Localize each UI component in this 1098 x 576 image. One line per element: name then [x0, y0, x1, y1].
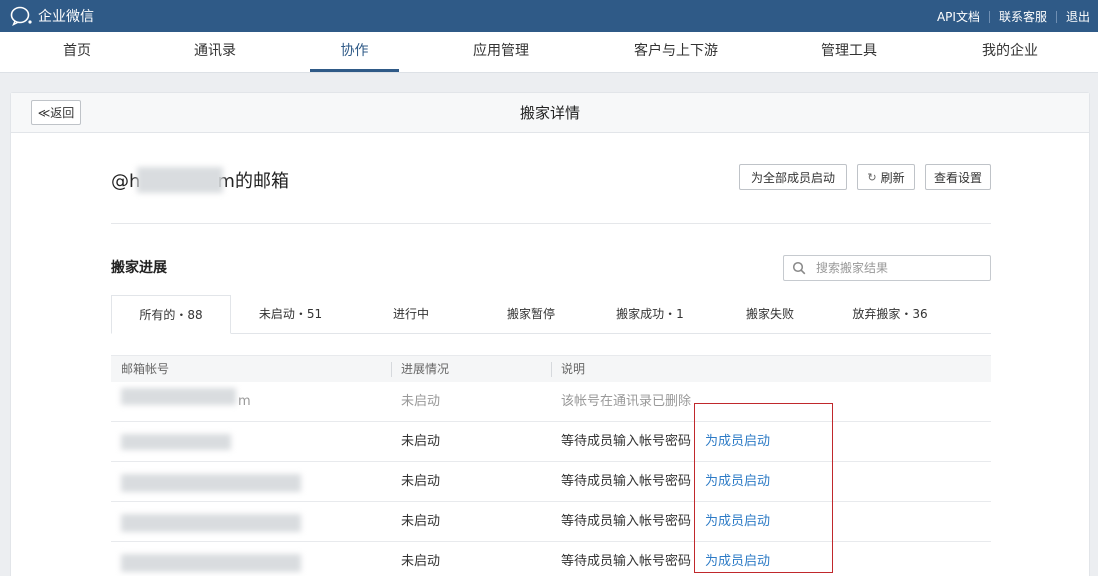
status-cell: 未启动: [401, 514, 441, 529]
nav-item-management-tools[interactable]: 管理工具: [800, 32, 898, 72]
column-divider: [551, 362, 552, 377]
refresh-button-label: 刷新: [880, 170, 905, 185]
progress-section-title: 搬家进展: [111, 260, 167, 276]
view-settings-button[interactable]: 查看设置: [925, 164, 991, 190]
nav-item-customers[interactable]: 客户与上下游: [612, 32, 740, 72]
table-row: 未启动 等待成员输入帐号密码 为成员启动: [111, 422, 991, 462]
tab-abandoned[interactable]: 放弃搬家・36: [830, 295, 950, 334]
tab-not-started[interactable]: 未启动・51: [231, 295, 350, 334]
brand-name: 企业微信: [38, 9, 94, 25]
section-divider: [111, 223, 991, 224]
api-docs-link[interactable]: API文档: [937, 8, 980, 25]
note-cell: 等待成员输入帐号密码: [561, 514, 692, 529]
status-cell: 未启动: [401, 554, 441, 569]
nav-item-label: 应用管理: [473, 43, 529, 59]
top-links: API文档 联系客服 退出: [937, 8, 1090, 25]
table-row: 未启动 等待成员输入帐号密码 为成员启动: [111, 502, 991, 542]
redacted-account: [121, 388, 236, 405]
column-header-note: 说明: [561, 362, 586, 376]
tab-all[interactable]: 所有的・88: [111, 295, 231, 334]
panel-header: 搬家详情 ≪返回: [11, 93, 1089, 133]
refresh-button[interactable]: ↻ 刷新: [857, 164, 915, 190]
table-row: m 未启动 该帐号在通讯录已删除: [111, 382, 991, 422]
start-for-member-link[interactable]: 为成员启动: [705, 462, 770, 502]
note-cell: 等待成员输入帐号密码: [561, 474, 692, 489]
nav-item-label: 我的企业: [982, 43, 1038, 59]
page-title: 搬家详情: [519, 104, 580, 122]
column-divider: [391, 362, 392, 377]
account-cell: m: [238, 394, 251, 409]
column-header-account: 邮箱帐号: [121, 362, 170, 376]
nav-item-label: 通讯录: [194, 43, 236, 59]
status-cell: 未启动: [401, 474, 441, 489]
redacted-account: [121, 474, 301, 492]
redacted-account: [121, 434, 231, 450]
table-row: 未启动 等待成员输入帐号密码 为成员启动: [111, 462, 991, 502]
tab-in-progress[interactable]: 进行中: [350, 295, 472, 334]
main-nav: 首页 通讯录 协作 应用管理 客户与上下游 管理工具 我的企业: [0, 32, 1098, 73]
nav-active-indicator: [310, 69, 399, 72]
redacted-account: [121, 554, 301, 572]
tab-failed[interactable]: 搬家失败: [710, 295, 830, 334]
nav-item-my-company[interactable]: 我的企业: [960, 32, 1060, 72]
migration-detail-panel: 搬家详情 ≪返回 @h m的邮箱 为全部成员启动 ↻ 刷新 查看设置 搬家进展 所…: [10, 92, 1090, 576]
start-for-member-link[interactable]: 为成员启动: [705, 422, 770, 462]
tab-succeeded[interactable]: 搬家成功・1: [590, 295, 710, 334]
search-box[interactable]: [783, 255, 991, 281]
wecom-chat-bubble-icon: [10, 6, 32, 26]
nav-item-label: 协作: [340, 43, 369, 59]
start-for-member-link[interactable]: 为成员启动: [705, 542, 770, 576]
nav-item-label: 管理工具: [821, 43, 877, 59]
tab-paused[interactable]: 搬家暂停: [472, 295, 590, 334]
contact-support-link[interactable]: 联系客服: [999, 8, 1047, 25]
search-icon: [792, 261, 806, 275]
start-all-members-button[interactable]: 为全部成员启动: [739, 164, 847, 190]
back-button[interactable]: ≪返回: [31, 100, 81, 125]
nav-item-app-management[interactable]: 应用管理: [450, 32, 552, 72]
note-cell: 等待成员输入帐号密码: [561, 434, 692, 449]
redacted-mailbox-domain: [137, 167, 223, 193]
note-cell: 等待成员输入帐号密码: [561, 554, 692, 569]
nav-item-label: 首页: [63, 43, 91, 59]
nav-item-home[interactable]: 首页: [30, 32, 124, 72]
table-header: 邮箱帐号 进展情况 说明: [111, 355, 991, 382]
brand[interactable]: 企业微信: [10, 6, 94, 26]
refresh-icon: ↻: [867, 170, 877, 184]
status-cell: 未启动: [401, 394, 441, 409]
table-row: 未启动 等待成员输入帐号密码 为成员启动: [111, 542, 991, 576]
nav-item-contacts[interactable]: 通讯录: [168, 32, 262, 72]
top-bar: 企业微信 API文档 联系客服 退出: [0, 0, 1098, 32]
logout-link[interactable]: 退出: [1066, 8, 1090, 25]
redacted-account: [121, 514, 301, 532]
column-header-status: 进展情况: [401, 362, 450, 376]
top-link-divider: [988, 10, 990, 23]
search-input[interactable]: [816, 261, 986, 275]
note-cell: 该帐号在通讯录已删除: [561, 394, 692, 409]
status-cell: 未启动: [401, 434, 441, 449]
mailbox-title-suffix: m的邮箱: [217, 171, 289, 192]
top-link-divider: [1055, 10, 1057, 23]
start-for-member-link[interactable]: 为成员启动: [705, 502, 770, 542]
mailbox-title-prefix: @h: [111, 171, 141, 192]
nav-item-label: 客户与上下游: [634, 43, 718, 59]
nav-item-collaboration[interactable]: 协作: [310, 32, 399, 72]
